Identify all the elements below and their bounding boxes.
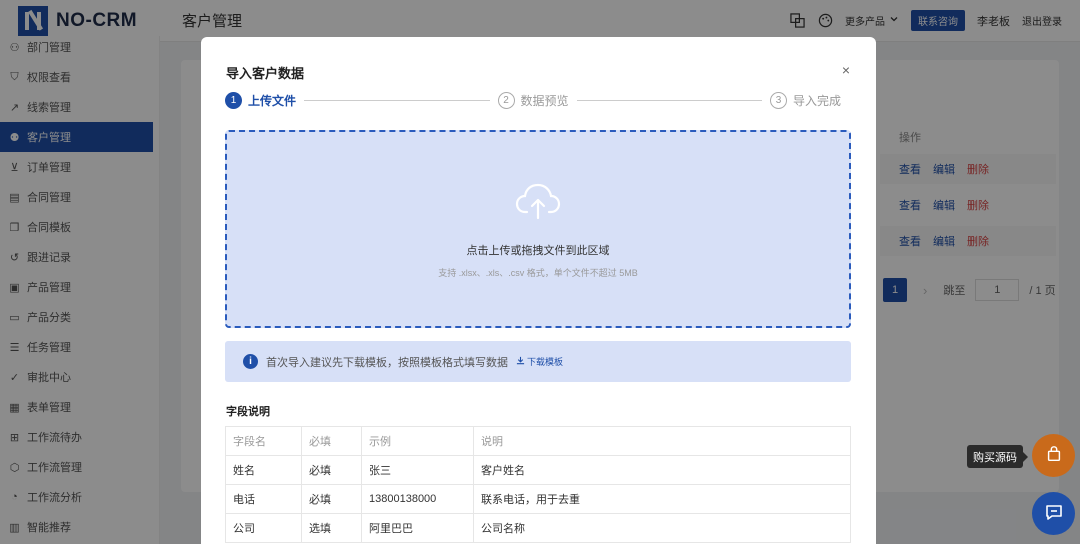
steps-bar: 1 上传文件 2 数据预览 3 导入完成: [225, 91, 841, 109]
step-number: 1: [225, 91, 242, 109]
table-cell: 联系电话，用于去重: [473, 484, 851, 514]
buy-source-tooltip: 购买源码: [967, 445, 1028, 468]
dropzone-title: 点击上传或拖拽文件到此区域: [466, 245, 610, 257]
column-header: 示例: [361, 426, 474, 456]
step-upload: 1 上传文件: [225, 91, 297, 109]
table-cell: 电话: [225, 484, 302, 514]
download-template-link[interactable]: 下载模板: [516, 355, 563, 368]
table-cell: 公司名称: [473, 513, 851, 543]
download-icon: [516, 356, 525, 367]
fields-table: 字段名 必填 示例 说明 姓名 必填 张三 客户姓名 电话 必填 1380013…: [225, 426, 851, 543]
table-cell: 张三: [361, 455, 474, 485]
table-row: 公司 选填 阿里巴巴 公司名称: [225, 513, 851, 543]
table-cell: 客户姓名: [473, 455, 851, 485]
table-cell: 姓名: [225, 455, 302, 485]
column-header: 说明: [473, 426, 851, 456]
column-header: 字段名: [225, 426, 302, 456]
chat-button[interactable]: [1032, 492, 1075, 535]
step-label: 上传文件: [248, 93, 297, 108]
buy-source-button[interactable]: [1032, 434, 1075, 477]
step-number: 2: [497, 91, 515, 109]
step-number: 3: [770, 91, 787, 109]
download-template-label: 下载模板: [527, 357, 564, 367]
modal-title: 导入客户数据: [226, 66, 305, 81]
info-icon: i: [243, 354, 258, 369]
table-header-row: 字段名 必填 示例 说明: [225, 426, 851, 456]
fields-section-title: 字段说明: [226, 406, 270, 418]
info-alert: i 首次导入建议先下载模板，按照模板格式填写数据 下载模板: [225, 341, 851, 382]
step-preview: 2 数据预览: [497, 91, 569, 109]
table-cell: 必填: [301, 455, 362, 485]
table-cell: 13800138000: [361, 484, 474, 514]
import-modal: 导入客户数据 × 1 上传文件 2 数据预览 3 导入完成 点击上传或拖拽文件到…: [201, 37, 876, 544]
cloud-upload-icon: [513, 176, 563, 226]
close-icon[interactable]: ×: [842, 62, 850, 78]
dropzone-hint: 支持 .xlsx、.xls、.csv 格式，单个文件不超过 5MB: [438, 268, 638, 278]
step-divider: [304, 99, 490, 101]
table-cell: 阿里巴巴: [361, 513, 474, 543]
step-label: 导入完成: [793, 93, 842, 108]
table-cell: 公司: [225, 513, 302, 543]
table-row: 电话 必填 13800138000 联系电话，用于去重: [225, 484, 851, 514]
info-text: 首次导入建议先下载模板，按照模板格式填写数据: [266, 356, 508, 369]
table-cell: 选填: [301, 513, 362, 543]
table-cell: 必填: [301, 484, 362, 514]
chat-icon: [1044, 502, 1064, 525]
table-row: 姓名 必填 张三 客户姓名: [225, 455, 851, 485]
step-complete: 3 导入完成: [770, 91, 842, 109]
upload-dropzone[interactable]: 点击上传或拖拽文件到此区域 支持 .xlsx、.xls、.csv 格式，单个文件…: [225, 130, 851, 328]
shopping-bag-icon: [1045, 445, 1063, 466]
step-divider: [576, 99, 762, 101]
step-label: 数据预览: [520, 93, 569, 108]
column-header: 必填: [301, 426, 362, 456]
